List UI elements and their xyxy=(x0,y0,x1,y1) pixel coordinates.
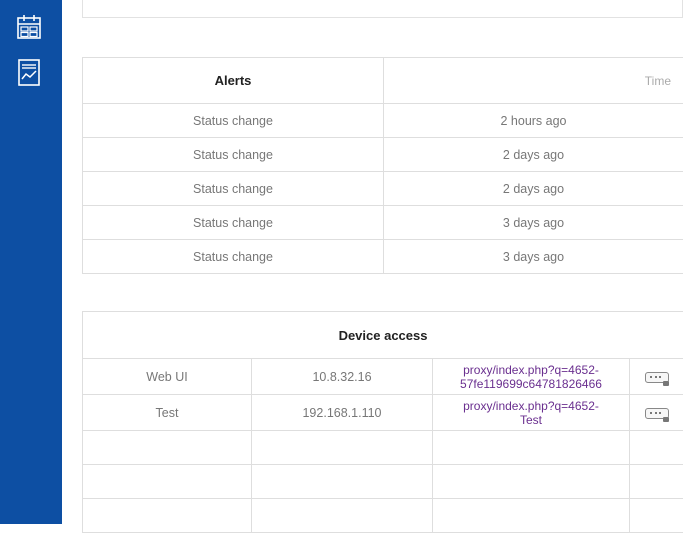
device-proxy-link[interactable]: proxy/index.php?q=4652- Test xyxy=(433,395,630,431)
table-row: Status change 2 days ago xyxy=(83,172,683,206)
calendar-icon xyxy=(14,12,44,42)
device-access-table: Device access Web UI 10.8.32.16 proxy/in… xyxy=(82,311,683,533)
device-name: Web UI xyxy=(83,359,252,395)
empty-cell xyxy=(252,465,433,499)
empty-cell xyxy=(433,465,630,499)
alert-time: 2 hours ago xyxy=(384,104,683,138)
link-line-1: proxy/index.php?q=4652- xyxy=(463,399,599,413)
empty-cell xyxy=(630,499,683,533)
table-row xyxy=(83,431,683,465)
table-row xyxy=(83,499,683,533)
empty-cell xyxy=(252,431,433,465)
link-line-1: proxy/index.php?q=4652- xyxy=(463,363,599,377)
table-row xyxy=(83,465,683,499)
link-line-2: Test xyxy=(520,413,542,427)
sidebar xyxy=(0,0,62,524)
empty-cell xyxy=(83,465,252,499)
table-row: Status change 3 days ago xyxy=(83,240,683,274)
link-line-2: 57fe119699c64781826466 xyxy=(460,377,602,391)
device-access-button[interactable] xyxy=(630,395,683,431)
device-ip: 192.168.1.110 xyxy=(252,395,433,431)
chart-report-icon xyxy=(14,57,44,89)
device-name: Test xyxy=(83,395,252,431)
table-row: Status change 3 days ago xyxy=(83,206,683,240)
table-row: Web UI 10.8.32.16 proxy/index.php?q=4652… xyxy=(83,359,683,395)
alert-time: 3 days ago xyxy=(384,206,683,240)
sidebar-item-reports[interactable] xyxy=(12,56,46,90)
empty-cell xyxy=(83,431,252,465)
table-row: Status change 2 days ago xyxy=(83,138,683,172)
table-row: Test 192.168.1.110 proxy/index.php?q=465… xyxy=(83,395,683,431)
alert-time: 3 days ago xyxy=(384,240,683,274)
alert-time: 2 days ago xyxy=(384,138,683,172)
device-proxy-link[interactable]: proxy/index.php?q=4652- 57fe119699c64781… xyxy=(433,359,630,395)
alerts-header: Alerts xyxy=(83,58,384,104)
alert-label: Status change xyxy=(83,104,384,138)
keyboard-icon xyxy=(645,408,669,419)
device-access-title: Device access xyxy=(83,312,683,359)
empty-cell xyxy=(630,431,683,465)
previous-panel xyxy=(82,0,683,18)
sidebar-item-calendar[interactable] xyxy=(12,10,46,44)
alert-time: 2 days ago xyxy=(384,172,683,206)
alerts-table: Alerts Time Status change 2 hours ago St… xyxy=(82,57,683,274)
empty-cell xyxy=(433,499,630,533)
alert-label: Status change xyxy=(83,172,384,206)
alert-label: Status change xyxy=(83,206,384,240)
device-access-button[interactable] xyxy=(630,359,683,395)
empty-cell xyxy=(252,499,433,533)
keyboard-icon xyxy=(645,372,669,383)
alert-label: Status change xyxy=(83,138,384,172)
empty-cell xyxy=(630,465,683,499)
empty-cell xyxy=(83,499,252,533)
device-ip: 10.8.32.16 xyxy=(252,359,433,395)
time-header: Time xyxy=(384,58,683,104)
alert-label: Status change xyxy=(83,240,384,274)
empty-cell xyxy=(433,431,630,465)
table-row: Status change 2 hours ago xyxy=(83,104,683,138)
